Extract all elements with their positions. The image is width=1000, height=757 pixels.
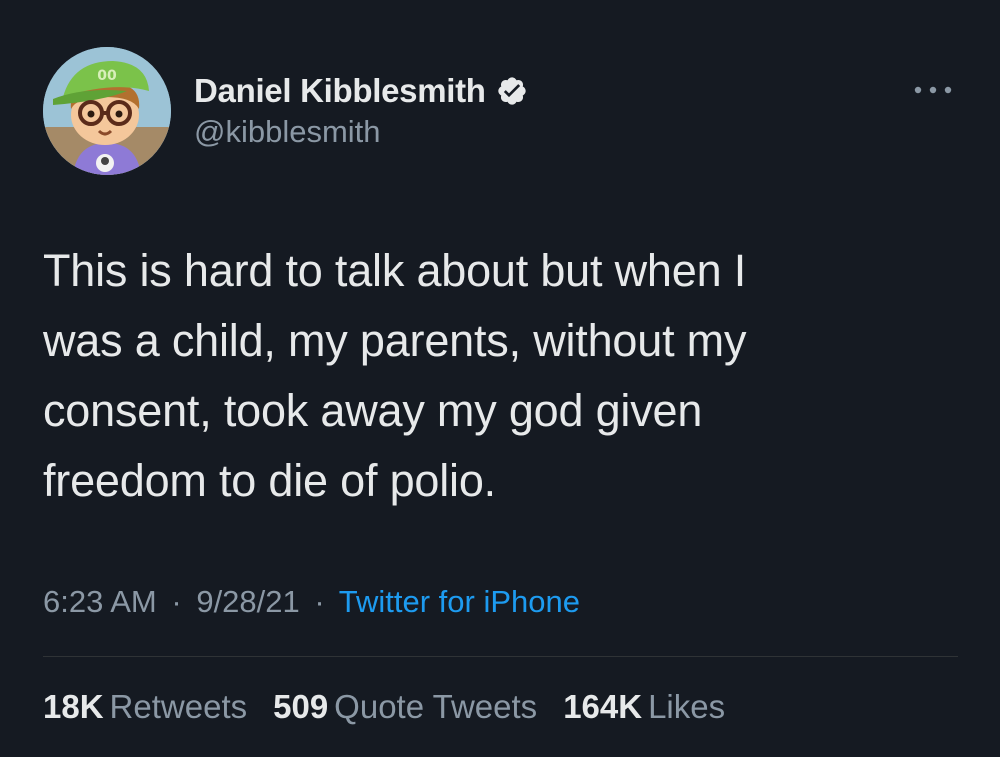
author-display-name[interactable]: Daniel Kibblesmith: [194, 72, 486, 110]
tweet-text-line: consent, took away my god given: [43, 385, 703, 436]
retweets-stat[interactable]: 18K Retweets: [43, 688, 247, 726]
meta-separator: ·: [314, 584, 325, 619]
retweets-count: 18K: [43, 688, 104, 725]
meta-separator: ·: [171, 584, 182, 619]
likes-stat[interactable]: 164K Likes: [563, 688, 725, 726]
author-name-row: Daniel Kibblesmith: [194, 72, 528, 110]
tweet-text-line: This is hard to talk about but when I: [43, 245, 746, 296]
avatar-image: 00: [43, 47, 171, 175]
author-handle[interactable]: @kibblesmith: [194, 114, 381, 150]
more-options-icon[interactable]: [910, 80, 956, 100]
tweet-date[interactable]: 9/28/21: [196, 584, 299, 619]
quote-tweets-count: 509: [273, 688, 329, 725]
tweet-card: 00 Daniel Kibblesmith @kibblesmith This …: [0, 0, 1000, 757]
tweet-time[interactable]: 6:23 AM: [43, 584, 157, 619]
tweet-source-link[interactable]: Twitter for iPhone: [339, 584, 580, 619]
quote-tweets-stat[interactable]: 509 Quote Tweets: [273, 688, 537, 726]
retweets-label: Retweets: [109, 688, 248, 725]
divider: [43, 656, 958, 657]
likes-label: Likes: [648, 688, 726, 725]
tweet-text-line: freedom to die of polio.: [43, 455, 496, 506]
tweet-text-line: was a child, my parents, without my: [43, 315, 747, 366]
tweet-text: This is hard to talk about but when I wa…: [43, 236, 953, 516]
likes-count: 164K: [563, 688, 643, 725]
quote-tweets-label: Quote Tweets: [334, 688, 538, 725]
svg-text:00: 00: [97, 68, 117, 84]
tweet-stats: 18K Retweets 509 Quote Tweets 164K Likes: [43, 688, 725, 726]
verified-badge-icon: [497, 77, 526, 105]
tweet-meta: 6:23 AM · 9/28/21 · Twitter for iPhone: [43, 584, 580, 620]
avatar[interactable]: 00: [43, 47, 171, 175]
